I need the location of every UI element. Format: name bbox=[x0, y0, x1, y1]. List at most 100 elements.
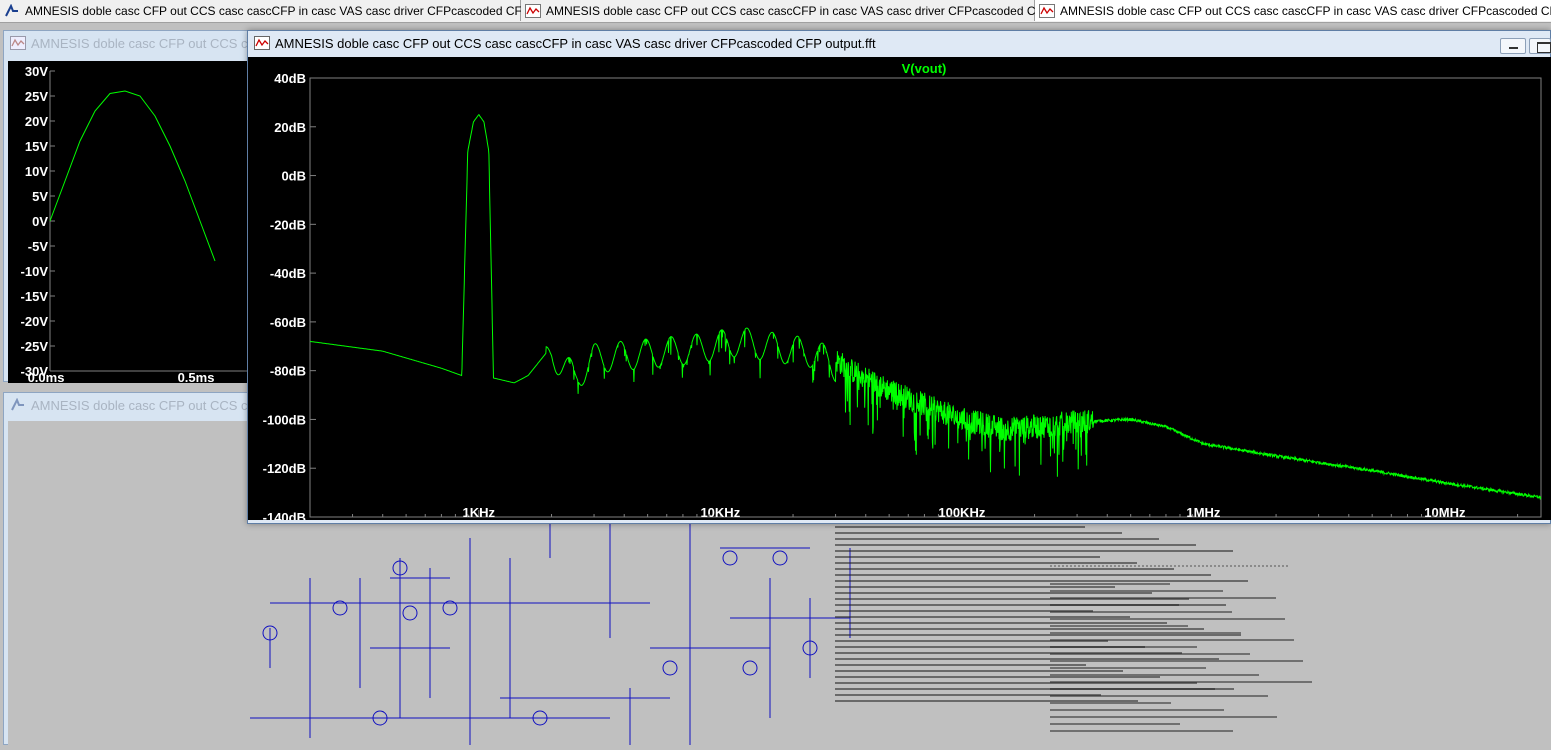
waveform-icon bbox=[1039, 3, 1055, 18]
model-text-line bbox=[835, 700, 1138, 702]
x-tick-label: 1MHz bbox=[1186, 505, 1220, 520]
model-text-line bbox=[835, 526, 1085, 528]
y-tick-label: -25V bbox=[21, 339, 49, 354]
comment-text-line bbox=[1050, 625, 1188, 627]
y-tick-label: -20V bbox=[21, 314, 49, 329]
trace-label[interactable]: V(vout) bbox=[902, 61, 947, 76]
model-text-line bbox=[835, 574, 1211, 576]
comment-text-line bbox=[1050, 716, 1277, 718]
y-tick-label: 0dB bbox=[281, 169, 306, 184]
maximize-button[interactable] bbox=[1529, 38, 1551, 54]
comment-text-line bbox=[1050, 681, 1312, 683]
model-text-line bbox=[835, 532, 1122, 534]
transistor-symbol[interactable] bbox=[772, 550, 788, 566]
waveform-icon bbox=[10, 36, 26, 50]
tab-waveform[interactable]: AMNESIS doble casc CFP out CCS casc casc… bbox=[521, 0, 1087, 21]
comment-text-line bbox=[1050, 583, 1170, 585]
y-tick-label: 15V bbox=[25, 139, 48, 154]
time-plot-window[interactable]: AMNESIS doble casc CFP out CCS casc casc… bbox=[3, 30, 264, 385]
window-titlebar[interactable]: AMNESIS doble casc CFP out CCS casc cas bbox=[4, 393, 252, 417]
comment-text-line bbox=[1050, 590, 1223, 592]
y-tick-label: 30V bbox=[25, 64, 48, 79]
transistor-symbol[interactable] bbox=[742, 660, 758, 676]
time-plot-svg: 30V25V20V15V10V5V0V-5V-10V-15V-20V-25V-3… bbox=[21, 64, 264, 385]
window-title: AMNESIS doble casc CFP out CCS casc casc… bbox=[275, 35, 876, 51]
y-tick-label: -15V bbox=[21, 289, 49, 304]
window-titlebar[interactable]: AMNESIS doble casc CFP out CCS casc casc… bbox=[248, 31, 1550, 55]
tab-label: AMNESIS doble casc CFP out CCS casc casc… bbox=[25, 3, 567, 18]
comment-text-line bbox=[1050, 604, 1179, 606]
window-title: AMNESIS doble casc CFP out CCS casc cas bbox=[31, 397, 252, 413]
x-tick-label: 0.0ms bbox=[28, 370, 65, 383]
window-title: AMNESIS doble casc CFP out CCS casc casc… bbox=[31, 35, 262, 51]
model-text-line bbox=[835, 550, 1233, 552]
comment-text-line bbox=[1050, 709, 1224, 711]
schematic-canvas-left[interactable] bbox=[8, 421, 254, 746]
transistor-symbol[interactable] bbox=[662, 660, 678, 676]
comment-text-line bbox=[1050, 597, 1276, 599]
model-text-line bbox=[835, 580, 1248, 582]
y-tick-label: 40dB bbox=[274, 71, 306, 86]
y-tick-label: 0V bbox=[32, 214, 48, 229]
document-tab-bar: AMNESIS doble casc CFP out CCS casc casc… bbox=[0, 0, 1551, 23]
maximize-icon bbox=[1537, 42, 1551, 53]
comment-text-line bbox=[1050, 639, 1294, 641]
waveform-icon bbox=[254, 36, 270, 50]
y-tick-label: -140dB bbox=[263, 510, 306, 520]
comment-text-line bbox=[1050, 646, 1197, 648]
schematic-canvas[interactable] bbox=[250, 518, 1551, 745]
y-tick-label: 20dB bbox=[274, 120, 306, 135]
comment-text-line bbox=[1050, 632, 1241, 634]
fft-plot-area[interactable]: V(vout) 40dB 20dB 0dB -20dB -40dB -60dB -80dB -… bbox=[248, 57, 1551, 525]
model-text-line bbox=[835, 568, 1174, 570]
tab-schematic[interactable]: AMNESIS doble casc CFP out CCS casc casc… bbox=[0, 0, 566, 21]
model-text-line bbox=[835, 664, 1086, 666]
y-tick-label: -10V bbox=[21, 264, 49, 279]
y-tick-label: -5V bbox=[28, 239, 49, 254]
model-text-line bbox=[835, 616, 1130, 618]
comment-text-line bbox=[1050, 702, 1171, 704]
y-tick-label: 10V bbox=[25, 164, 48, 179]
schematic-drawing bbox=[250, 518, 1312, 745]
x-tick-label: 1KHz bbox=[463, 505, 496, 520]
model-text-line bbox=[835, 676, 1160, 678]
model-text-line bbox=[835, 586, 1115, 588]
fft-plot-svg: V(vout) 40dB 20dB 0dB -20dB -40dB -60dB -80dB -… bbox=[263, 61, 1542, 525]
model-text-line bbox=[835, 544, 1196, 546]
comment-text-line bbox=[1050, 653, 1250, 655]
plot-frame bbox=[309, 77, 1542, 518]
y-tick-label: -40dB bbox=[270, 266, 306, 281]
y-tick-label: -20dB bbox=[270, 217, 306, 232]
comment-text-line bbox=[1050, 674, 1259, 676]
comment-text-line bbox=[1050, 730, 1233, 732]
model-text-line bbox=[835, 628, 1204, 630]
window-titlebar[interactable]: AMNESIS doble casc CFP out CCS casc casc… bbox=[4, 31, 262, 55]
fft-plot-window[interactable]: AMNESIS doble casc CFP out CCS casc casc… bbox=[247, 30, 1551, 525]
schematic-icon bbox=[5, 3, 18, 16]
comment-text-line bbox=[1050, 618, 1285, 620]
model-text-line bbox=[835, 538, 1159, 540]
tab-fft[interactable]: AMNESIS doble casc CFP out CCS casc casc… bbox=[1035, 0, 1551, 21]
time-plot-area[interactable]: 30V 25V 20V 15V 10V 5V 0V -5V -10V -15V -20V -25V -3… bbox=[8, 61, 264, 385]
x-tick-label: 100KHz bbox=[938, 505, 985, 520]
transistor-symbol[interactable] bbox=[722, 550, 738, 566]
schematic-window[interactable]: AMNESIS doble casc CFP out CCS casc cas bbox=[3, 392, 254, 746]
transistor-symbol[interactable] bbox=[402, 605, 418, 621]
minimize-button[interactable] bbox=[1500, 38, 1526, 54]
model-text-line bbox=[835, 658, 1219, 660]
model-text-line bbox=[835, 634, 1241, 636]
comment-text-line bbox=[1050, 667, 1206, 669]
y-tick-label: -120dB bbox=[263, 461, 306, 476]
minimize-icon bbox=[1509, 47, 1518, 49]
comment-text-line bbox=[1050, 688, 1215, 690]
waveform-icon bbox=[525, 3, 541, 18]
model-text-line bbox=[835, 670, 1123, 672]
fft-trace[interactable] bbox=[309, 114, 1542, 501]
model-text-line bbox=[835, 622, 1167, 624]
model-text-line bbox=[835, 556, 1100, 558]
comment-text-line bbox=[1050, 695, 1268, 697]
y-tick-label: -80dB bbox=[270, 364, 306, 379]
y-tick-label: -60dB bbox=[270, 315, 306, 330]
time-trace[interactable] bbox=[49, 90, 216, 262]
x-tick-label: 10KHz bbox=[700, 505, 740, 520]
